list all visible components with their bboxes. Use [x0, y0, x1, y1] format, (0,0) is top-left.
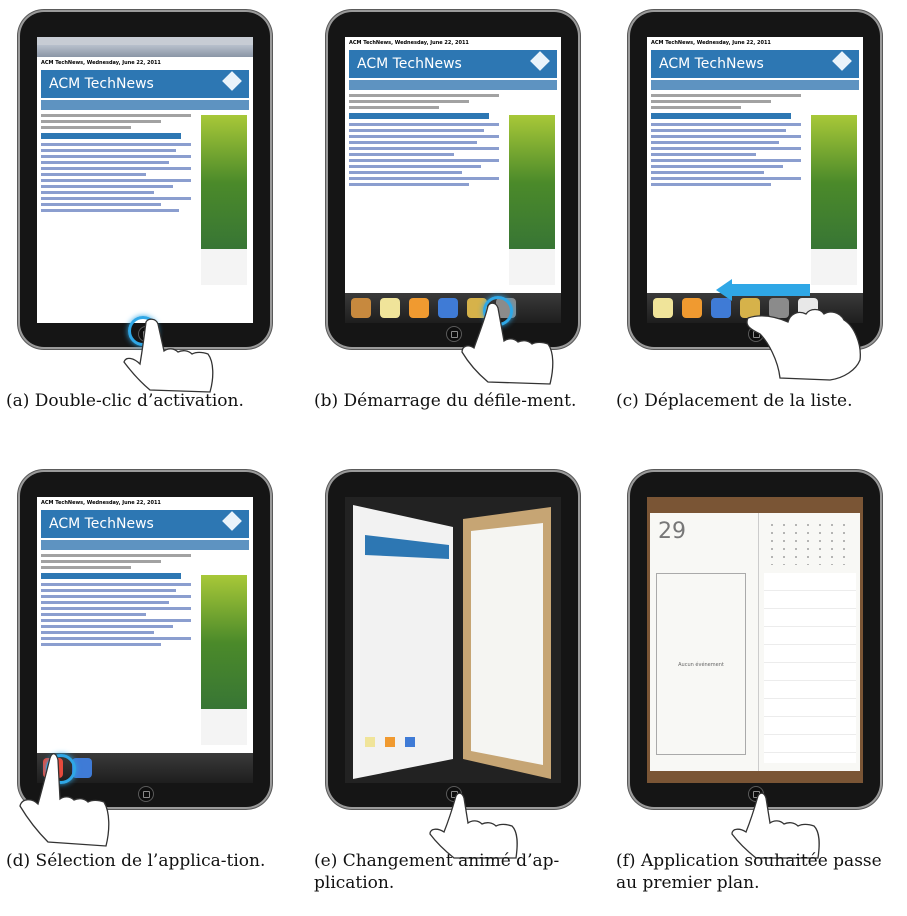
- home-button[interactable]: [446, 786, 462, 802]
- ad-banner: [201, 115, 247, 285]
- newsletter-banner: ACM TechNews: [41, 510, 249, 538]
- multitask-tray: [647, 293, 863, 323]
- touch-highlight: [483, 296, 513, 326]
- ad-banner: [201, 575, 247, 745]
- calendar-day: 29: [658, 519, 686, 544]
- touch-highlight: [46, 754, 76, 784]
- home-button[interactable]: [748, 326, 764, 342]
- newsletter-header: ACM TechNews, Wednesday, June 22, 2011: [349, 40, 469, 46]
- ipad-frame: ACM TechNews, Wednesday, June 22, 2011 A…: [328, 12, 578, 347]
- ipad-frame: ACM TechNews, Wednesday, June 22, 2011 A…: [20, 472, 270, 807]
- swipe-arrow: [730, 284, 810, 296]
- safari-app-icon[interactable]: [438, 298, 458, 318]
- panel-f: 29 Aucun événement (f) Application souha…: [610, 460, 907, 916]
- app-switch-animation: [353, 505, 551, 779]
- touch-highlight: [128, 316, 158, 346]
- ipad-frame: 29 Aucun événement: [630, 472, 880, 807]
- contacts-app-icon[interactable]: [351, 298, 371, 318]
- newsletter-banner: ACM TechNews: [651, 50, 859, 78]
- notes-app-icon[interactable]: [380, 298, 400, 318]
- ipad-frame: ACM TechNews, Wednesday, June 22, 2011 A…: [20, 12, 270, 347]
- ipod-app-icon[interactable]: [409, 298, 429, 318]
- panel-c: ACM TechNews, Wednesday, June 22, 2011 A…: [610, 0, 907, 456]
- home-button[interactable]: [748, 786, 764, 802]
- ipad-screen: ACM TechNews, Wednesday, June 22, 2011 A…: [647, 37, 863, 323]
- newsletter-banner: ACM TechNews: [41, 70, 249, 98]
- caption-e: (e) Changement animé d’ap-plication.: [314, 851, 560, 893]
- ipod-app-icon[interactable]: [682, 298, 702, 318]
- ad-banner: [811, 115, 857, 285]
- ipad-frame: [328, 472, 578, 807]
- ad-banner: [509, 115, 555, 285]
- settings-app-icon[interactable]: [769, 298, 789, 318]
- newsletter-banner: ACM TechNews: [349, 50, 557, 78]
- notes-app-icon[interactable]: [653, 298, 673, 318]
- ipad-screen: ACM TechNews, Wednesday, June 22, 2011 A…: [37, 37, 253, 323]
- caption-f: (f) Application souhaitée passe au premi…: [616, 851, 882, 893]
- ipad-screen: ACM TechNews, Wednesday, June 22, 2011 A…: [37, 497, 253, 783]
- panel-d: ACM TechNews, Wednesday, June 22, 2011 A…: [0, 460, 300, 916]
- ipad-frame: ACM TechNews, Wednesday, June 22, 2011 A…: [630, 12, 880, 347]
- newsletter-header: ACM TechNews, Wednesday, June 22, 2011: [41, 60, 161, 66]
- safari-app-icon[interactable]: [711, 298, 731, 318]
- hour-lines: [764, 573, 856, 763]
- newsletter-header: ACM TechNews, Wednesday, June 22, 2011: [41, 500, 161, 506]
- panel-a: ACM TechNews, Wednesday, June 22, 2011 A…: [0, 0, 300, 456]
- ipad-screen: ACM TechNews, Wednesday, June 22, 2011 A…: [345, 37, 561, 323]
- calendar-toolbar: [647, 497, 863, 513]
- ipad-screen: [345, 497, 561, 783]
- newsletter-header: ACM TechNews, Wednesday, June 22, 2011: [651, 40, 771, 46]
- caption-b: (b) Démarrage du défile-ment.: [314, 391, 577, 411]
- calendar-app-icon[interactable]: [798, 298, 818, 318]
- photos-app-icon[interactable]: [740, 298, 760, 318]
- home-button[interactable]: [446, 326, 462, 342]
- calendar-bottom-bar: [647, 771, 863, 783]
- caption-c: (c) Déplacement de la liste.: [616, 391, 853, 411]
- panel-b: ACM TechNews, Wednesday, June 22, 2011 A…: [308, 0, 608, 456]
- caption-a: (a) Double-clic d’activation.: [6, 391, 244, 411]
- mini-month: [766, 521, 850, 565]
- panel-e: (e) Changement animé d’ap-plication.: [308, 460, 608, 916]
- arrow-left-icon: [716, 279, 732, 301]
- calendar-page: 29 Aucun événement: [650, 513, 860, 771]
- event-box: Aucun événement: [656, 573, 746, 755]
- caption-d: (d) Sélection de l’applica-tion.: [6, 851, 266, 871]
- home-button[interactable]: [138, 786, 154, 802]
- ipad-screen: 29 Aucun événement: [647, 497, 863, 783]
- multitask-tray: [345, 293, 561, 323]
